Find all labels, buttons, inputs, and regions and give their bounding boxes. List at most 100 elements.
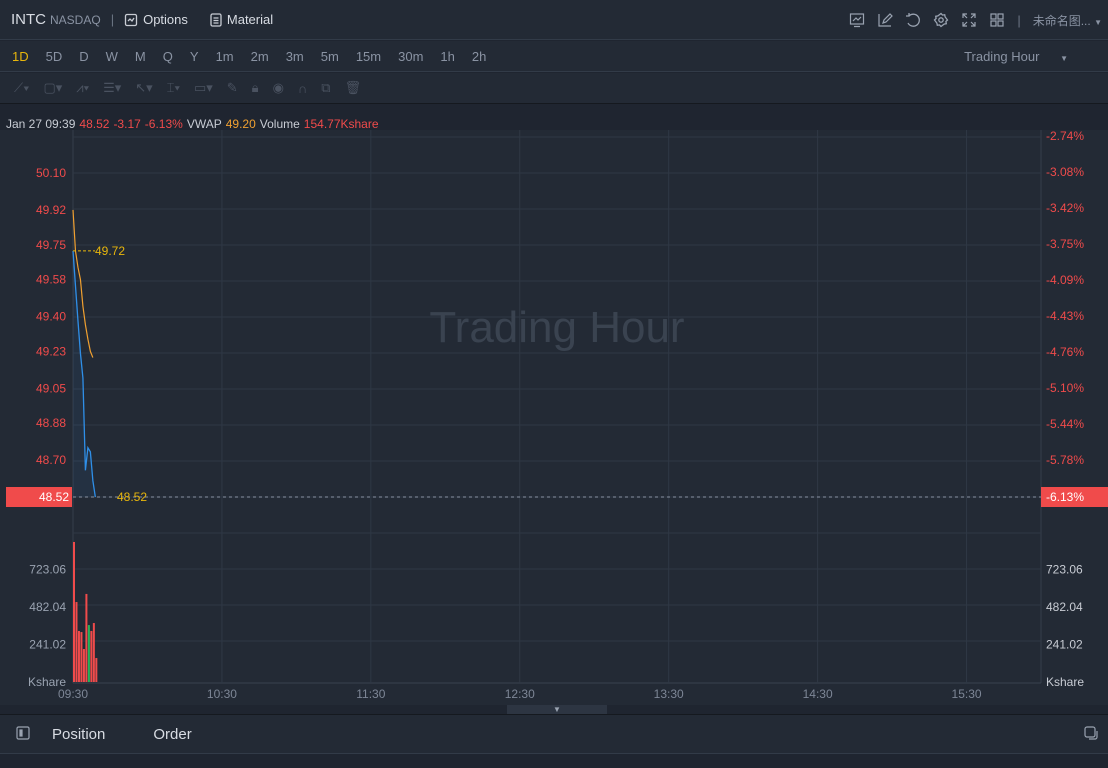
price-axis-label: 49.58 bbox=[36, 273, 66, 287]
volume-axis-label: 241.02 bbox=[29, 638, 66, 652]
volume-axis-label-right: 482.04 bbox=[1046, 600, 1083, 614]
panel-toggle-icon[interactable] bbox=[16, 725, 30, 743]
intraday-chart[interactable]: 09:30 10:30 11:30 12:30 13:30 14:30 15:30 Tradi… bbox=[0, 130, 1108, 705]
volume-bar bbox=[73, 541, 75, 682]
options-label: Options bbox=[143, 12, 188, 27]
popout-icon[interactable] bbox=[1084, 725, 1098, 743]
chart-background bbox=[0, 130, 1108, 705]
tab-order[interactable]: Order bbox=[153, 726, 191, 743]
volume-bar bbox=[82, 649, 85, 682]
pct-axis-label: -5.78% bbox=[1046, 453, 1084, 467]
edit-icon[interactable] bbox=[877, 12, 894, 28]
layout-select[interactable]: 未命名图... ▼ bbox=[1033, 12, 1102, 29]
volume-unit-label: Kshare bbox=[28, 675, 66, 689]
period-2h[interactable]: 2h bbox=[472, 49, 486, 64]
pattern-tool-icon[interactable]: ⩘▾ bbox=[76, 80, 89, 96]
price-axis-label: 49.40 bbox=[36, 310, 66, 324]
layers-icon[interactable]: ⧉ bbox=[321, 80, 330, 96]
last-pct-tag-label: -6.13% bbox=[1046, 490, 1084, 504]
eye-icon[interactable]: ◉ bbox=[273, 80, 284, 96]
bottom-panel: Position Order bbox=[0, 714, 1108, 754]
price-axis-label: 49.92 bbox=[36, 203, 66, 217]
period-3m[interactable]: 3m bbox=[286, 49, 304, 64]
volume-axis-label-right: 241.02 bbox=[1046, 638, 1083, 652]
period-1h[interactable]: 1h bbox=[440, 49, 454, 64]
options-button[interactable]: Options bbox=[124, 12, 188, 27]
period-W[interactable]: W bbox=[106, 49, 118, 64]
material-button[interactable]: Material bbox=[210, 12, 273, 27]
period-1m[interactable]: 1m bbox=[216, 49, 234, 64]
volume-bar bbox=[92, 623, 95, 682]
period-1D[interactable]: 1D bbox=[12, 49, 29, 64]
open-marker-label: 49.72 bbox=[95, 244, 125, 258]
x-tick-label: 11:30 bbox=[356, 687, 385, 701]
pct-axis-label: -3.75% bbox=[1046, 237, 1084, 251]
rectangle-tool-icon[interactable]: ▢▾ bbox=[43, 80, 62, 96]
period-Y[interactable]: Y bbox=[190, 49, 199, 64]
fibonacci-tool-icon[interactable]: ☰▾ bbox=[103, 80, 121, 96]
volume-bar bbox=[80, 632, 83, 682]
session-select[interactable]: Trading Hour ▼ bbox=[964, 49, 1085, 64]
drawing-toolbar: ⟋▾ ▢▾ ⩘▾ ☰▾ ↖▾ ⌶▾ ▭▾ ✎ 🔒︎ ◉ ∩ ⧉ 🗑︎ bbox=[0, 73, 1108, 104]
indicator-chart-icon[interactable] bbox=[849, 12, 865, 28]
period-D[interactable]: D bbox=[79, 49, 88, 64]
volume-axis-label: 723.06 bbox=[29, 563, 66, 577]
price-axis-label: 49.05 bbox=[36, 381, 66, 395]
pct-axis-label: -4.09% bbox=[1046, 273, 1084, 287]
document-icon bbox=[210, 12, 222, 27]
magnet-icon[interactable]: ∩ bbox=[298, 81, 307, 96]
watermark: Trading Hour bbox=[429, 303, 684, 352]
refresh-icon[interactable] bbox=[905, 12, 921, 28]
volume-bar bbox=[85, 593, 88, 682]
volume-bar bbox=[75, 602, 78, 682]
lock-icon[interactable]: 🔒︎ bbox=[252, 80, 259, 96]
volume-axis-label-right: 723.06 bbox=[1046, 563, 1083, 577]
period-15m[interactable]: 15m bbox=[356, 49, 381, 64]
pct-axis-label: -4.43% bbox=[1046, 309, 1084, 323]
period-Q[interactable]: Q bbox=[163, 49, 173, 64]
vwap-label: VWAP bbox=[186, 117, 222, 131]
x-tick-label: 09:30 bbox=[58, 687, 88, 701]
grid-layout-icon[interactable] bbox=[989, 12, 1005, 28]
price-axis-label: 48.70 bbox=[36, 453, 66, 467]
x-tick-label: 14:30 bbox=[803, 687, 833, 701]
panel-resize-handle[interactable]: ▼ bbox=[507, 705, 607, 714]
material-label: Material bbox=[226, 12, 274, 27]
last-price-tag-label: 48.52 bbox=[39, 490, 69, 504]
period-30m[interactable]: 30m bbox=[398, 49, 423, 64]
period-5D[interactable]: 5D bbox=[46, 49, 63, 64]
options-icon bbox=[124, 13, 138, 27]
vwap-value: 49.20 bbox=[225, 117, 256, 131]
trash-icon[interactable]: 🗑︎ bbox=[345, 80, 362, 96]
symbol[interactable]: INTC bbox=[11, 11, 46, 28]
period-bar: 1D 5D D W M Q Y 1m 2m 3m 5m 15m 30m 1h 2h Trading Hour… bbox=[0, 41, 1108, 72]
pct-axis-label: -3.42% bbox=[1046, 201, 1084, 215]
measure-tool-icon[interactable]: ⌶▾ bbox=[167, 80, 180, 96]
trend-line-tool-icon[interactable]: ⟋▾ bbox=[14, 80, 29, 96]
info-change: -3.17 bbox=[113, 117, 141, 131]
arrow-tool-icon[interactable]: ↖▾ bbox=[135, 80, 152, 96]
pen-icon[interactable]: ✎ bbox=[227, 80, 238, 96]
chevron-down-icon: ▼ bbox=[553, 705, 561, 714]
volume-axis-label: 482.04 bbox=[29, 600, 66, 614]
pct-axis-label: -3.08% bbox=[1046, 165, 1084, 179]
price-axis-label: 49.75 bbox=[36, 238, 66, 252]
period-5m[interactable]: 5m bbox=[321, 49, 339, 64]
volume-value: 154.77Kshare bbox=[303, 117, 379, 131]
x-tick-label: 13:30 bbox=[654, 687, 684, 701]
fullscreen-icon[interactable] bbox=[961, 12, 977, 28]
tab-position[interactable]: Position bbox=[52, 726, 105, 743]
pct-axis-label: -4.76% bbox=[1046, 345, 1084, 359]
x-tick-label: 12:30 bbox=[505, 687, 535, 701]
gear-icon[interactable] bbox=[933, 12, 949, 28]
divider: | bbox=[110, 12, 115, 27]
chevron-down-icon: ▼ bbox=[1060, 53, 1068, 63]
info-change-pct: -6.13% bbox=[144, 117, 183, 131]
info-datetime: Jan 27 09:39 bbox=[6, 117, 76, 131]
label-tool-icon[interactable]: ▭▾ bbox=[194, 80, 213, 96]
pct-axis-label: -2.74% bbox=[1046, 130, 1084, 143]
period-2m[interactable]: 2m bbox=[251, 49, 269, 64]
volume-unit-label-right: Kshare bbox=[1046, 675, 1084, 689]
period-M[interactable]: M bbox=[135, 49, 146, 64]
price-axis-label: 48.88 bbox=[36, 416, 66, 430]
